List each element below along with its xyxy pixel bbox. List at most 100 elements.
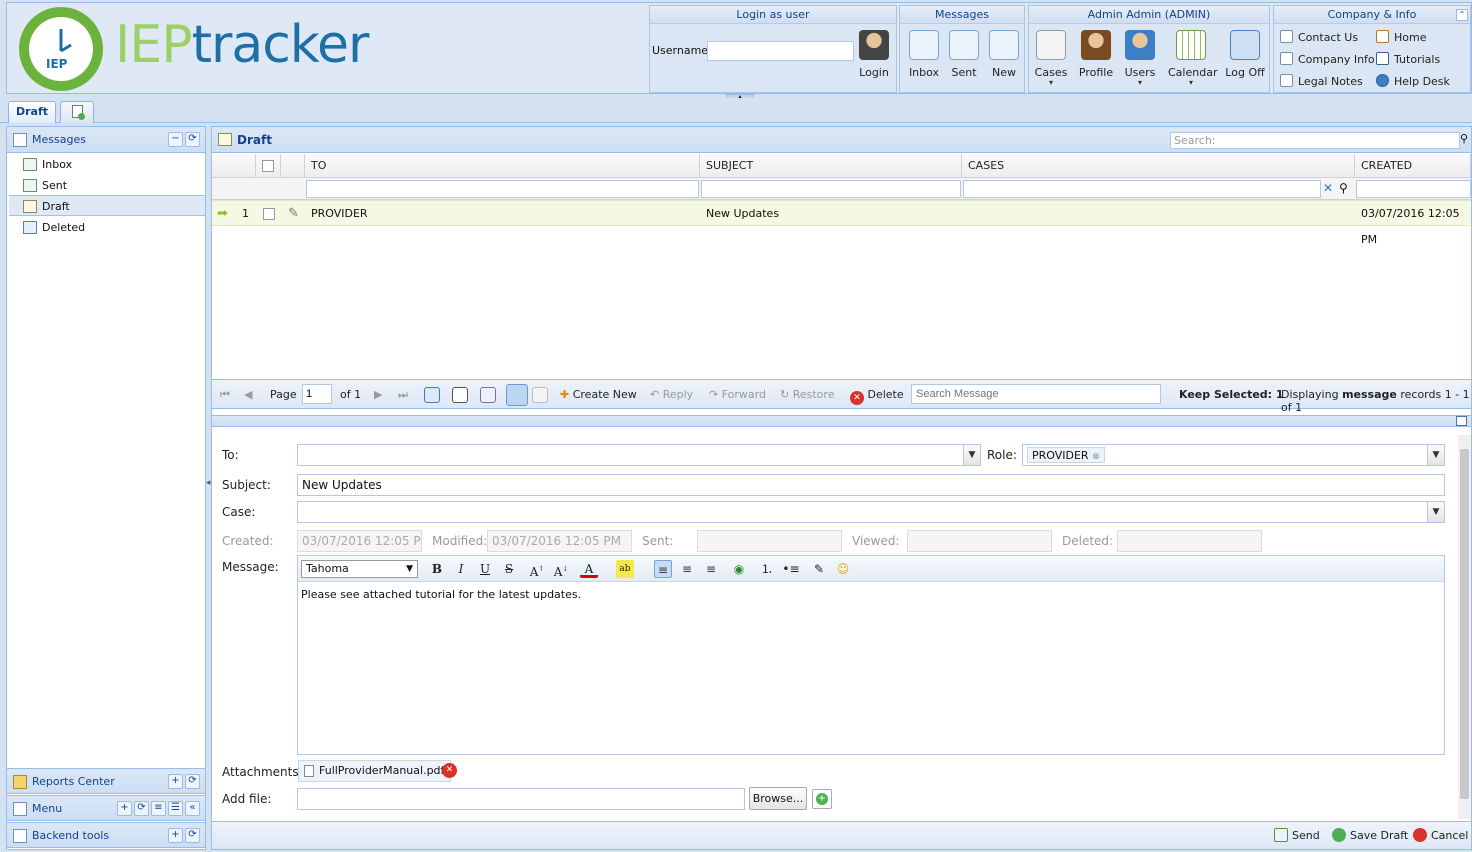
align-left-button[interactable]: ≡ — [654, 560, 672, 578]
menu-refresh-button[interactable]: ⟳ — [134, 801, 149, 816]
delete-button[interactable]: ✕ Delete — [850, 388, 904, 405]
strikethrough-button[interactable]: S — [500, 560, 518, 578]
filter-subject-input[interactable] — [701, 180, 961, 198]
column-header-to[interactable]: TO — [305, 154, 700, 178]
filter-cases-input[interactable] — [963, 180, 1321, 198]
username-input[interactable] — [707, 41, 854, 61]
sidebar-item-deleted[interactable]: Deleted — [9, 217, 205, 238]
font-color-button[interactable]: A — [580, 560, 598, 578]
login-button[interactable]: Login — [852, 30, 896, 79]
select-all-checkbox[interactable] — [262, 160, 274, 172]
refresh-panel-button[interactable]: ⟳ — [185, 132, 200, 147]
sidebar-item-inbox[interactable]: Inbox — [9, 154, 205, 175]
underline-button[interactable]: U — [476, 560, 494, 578]
forward-button[interactable]: ↷ Forward — [709, 388, 766, 401]
to-combobox[interactable] — [297, 444, 981, 466]
sidebar-item-draft[interactable]: Draft — [9, 195, 205, 216]
column-header-subject[interactable]: SUBJECT — [700, 154, 962, 178]
table-row[interactable]: ➡ 1 ✎ PROVIDER New Updates 03/07/2016 12… — [212, 200, 1471, 246]
menu-tree-button[interactable]: ≡ — [151, 801, 166, 816]
clear-filters-icon[interactable] — [532, 387, 548, 403]
create-new-button[interactable]: ✚ Create New — [560, 388, 637, 401]
browse-button[interactable]: Browse... — [749, 787, 807, 810]
refresh-icon[interactable] — [424, 387, 440, 403]
subject-input[interactable]: New Updates — [297, 474, 1445, 496]
shrink-font-button[interactable]: A↓ — [552, 560, 570, 579]
cases-button[interactable]: Cases ▾ — [1029, 30, 1073, 87]
users-button[interactable]: Users ▾ — [1118, 30, 1162, 87]
bullet-list-button[interactable]: •≡ — [782, 560, 800, 578]
column-header-cases[interactable]: CASES — [962, 154, 1355, 178]
legal-notes-link[interactable]: Legal Notes — [1280, 74, 1363, 88]
search-message-input[interactable] — [911, 384, 1161, 404]
calendar-button[interactable]: Calendar ▾ — [1168, 30, 1217, 87]
row-checkbox[interactable] — [263, 201, 275, 227]
reply-button[interactable]: ↶ Reply — [650, 388, 693, 401]
add-file-input[interactable] — [297, 788, 745, 810]
save-draft-button[interactable]: Save Draft — [1332, 828, 1408, 842]
select-all-header[interactable] — [256, 154, 281, 178]
sidebar-item-sent[interactable]: Sent — [9, 175, 205, 196]
filter-search-icon[interactable]: ⚲ — [1339, 181, 1348, 195]
send-button[interactable]: Send — [1274, 828, 1320, 842]
first-page-icon[interactable]: ⏮ — [220, 388, 230, 402]
reports-refresh-button[interactable]: ⟳ — [185, 774, 200, 789]
numbered-list-button[interactable]: ⒈ — [758, 560, 776, 578]
to-dropdown-arrow-icon[interactable]: ▼ — [963, 445, 980, 465]
tab-new-document[interactable] — [60, 101, 94, 123]
last-page-icon[interactable]: ⏭ — [398, 388, 408, 402]
bold-button[interactable]: B — [428, 560, 446, 578]
backend-tools-panel[interactable]: Backend tools + ⟳ — [7, 822, 205, 848]
case-dropdown-arrow-icon[interactable]: ▼ — [1427, 502, 1444, 522]
columns-icon[interactable] — [452, 387, 468, 403]
align-right-button[interactable]: ≡ — [702, 560, 720, 578]
reports-center-panel[interactable]: Reports Center + ⟳ — [7, 768, 205, 794]
restore-button[interactable]: ↻ Restore — [780, 388, 834, 401]
company-info-link[interactable]: Company Info — [1280, 52, 1375, 66]
filter-to-input[interactable] — [306, 180, 699, 198]
remove-tag-icon[interactable]: ⊗ — [1092, 452, 1100, 462]
contact-us-link[interactable]: Contact Us — [1280, 30, 1358, 44]
profile-button[interactable]: Profile — [1074, 30, 1118, 79]
filter-created-input[interactable] — [1356, 180, 1471, 198]
help-desk-link[interactable]: Help Desk — [1376, 74, 1450, 88]
remove-attachment-icon[interactable]: ✕ — [442, 763, 457, 778]
message-body[interactable]: Please see attached tutorial for the lat… — [301, 588, 581, 601]
prev-page-icon[interactable]: ◀ — [244, 388, 252, 401]
source-edit-icon[interactable]: ✎ — [810, 560, 828, 578]
form-vertical-scrollbar[interactable] — [1458, 435, 1471, 819]
collapse-panel-button[interactable]: − — [168, 132, 183, 147]
home-link[interactable]: Home — [1376, 30, 1426, 44]
backend-expand-button[interactable]: + — [168, 828, 183, 843]
tab-draft[interactable]: Draft — [8, 101, 56, 123]
highlight-color-button[interactable]: ab — [616, 560, 634, 578]
font-family-select[interactable]: Tahoma ▼ — [301, 560, 418, 578]
inbox-button[interactable]: Inbox — [902, 30, 946, 79]
collapse-header-button[interactable]: ⌃ — [1456, 9, 1468, 21]
menu-expand-button[interactable]: + — [117, 801, 132, 816]
role-dropdown-arrow-icon[interactable]: ▼ — [1427, 445, 1444, 465]
role-tagfield[interactable]: PROVIDER ⊗ ▼ — [1022, 444, 1445, 466]
maximize-form-icon[interactable] — [1456, 416, 1467, 426]
menu-list-button[interactable]: ☰ — [168, 801, 183, 816]
tutorials-link[interactable]: Tutorials — [1376, 52, 1440, 66]
menu-collapse-left-button[interactable]: « — [185, 801, 200, 816]
filter-toggle-icon[interactable] — [506, 384, 528, 406]
insert-link-icon[interactable]: ◉ — [730, 560, 748, 578]
column-header-created[interactable]: CREATED — [1355, 154, 1471, 178]
grid-search-input[interactable]: Search: — [1170, 132, 1460, 149]
log-off-button[interactable]: Log Off — [1223, 30, 1267, 79]
next-page-icon[interactable]: ▶ — [374, 388, 382, 401]
italic-button[interactable]: I — [452, 560, 470, 578]
menu-panel[interactable]: Menu + ⟳ ≡ ☰ « — [7, 795, 205, 821]
attachment-chip[interactable]: FullProviderManual.pdf — [298, 760, 452, 782]
page-number-input[interactable] — [302, 384, 332, 404]
sent-button[interactable]: Sent — [942, 30, 986, 79]
case-combobox[interactable]: ▼ — [297, 501, 1445, 523]
select-cursor-icon[interactable] — [480, 387, 496, 403]
new-message-button[interactable]: New — [982, 30, 1026, 79]
cancel-button[interactable]: Cancel — [1413, 828, 1468, 842]
align-center-button[interactable]: ≡ — [678, 560, 696, 578]
search-magnifier-icon[interactable]: ⚲ — [1460, 132, 1472, 149]
emoticon-icon[interactable]: ☺ — [834, 560, 852, 578]
